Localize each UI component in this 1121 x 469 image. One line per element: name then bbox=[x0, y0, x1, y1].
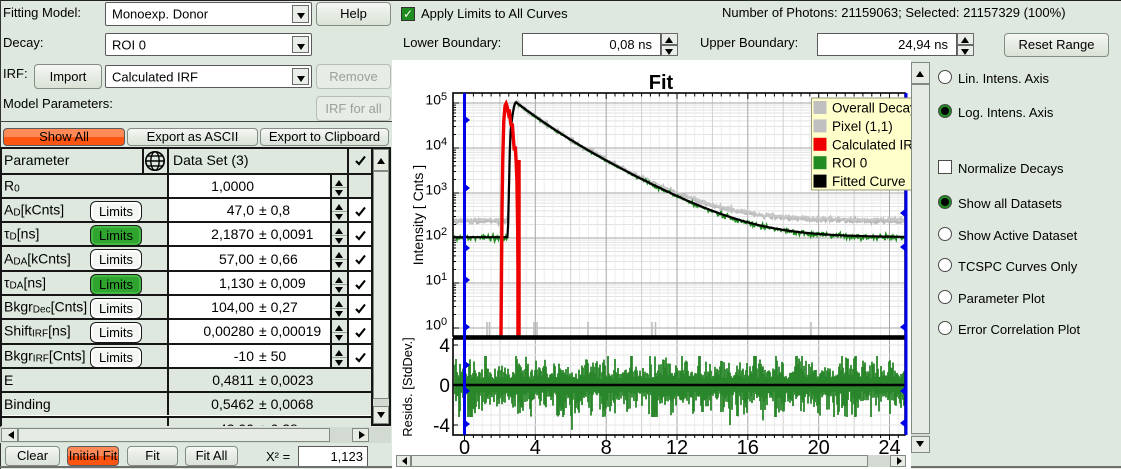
svg-text:Calculated IRF: Calculated IRF bbox=[832, 137, 911, 152]
svg-text:2: 2 bbox=[441, 226, 447, 238]
svg-text:Intensity [ Cnts ]: Intensity [ Cnts ] bbox=[410, 165, 426, 265]
svg-text:10: 10 bbox=[425, 227, 441, 243]
svg-text:10: 10 bbox=[425, 137, 441, 153]
svg-text:0: 0 bbox=[439, 376, 450, 397]
svg-text:4: 4 bbox=[441, 136, 447, 148]
svg-text:-4: -4 bbox=[433, 416, 450, 437]
svg-text:10: 10 bbox=[425, 182, 441, 198]
svg-text:Resids. [StdDev.]: Resids. [StdDev.] bbox=[400, 337, 415, 436]
svg-text:Overall Decay: Overall Decay bbox=[832, 101, 911, 116]
svg-text:4: 4 bbox=[439, 336, 450, 357]
svg-text:5: 5 bbox=[441, 91, 447, 103]
svg-text:ROI 0: ROI 0 bbox=[832, 156, 867, 171]
svg-text:Fitted Curve: Fitted Curve bbox=[832, 174, 906, 189]
svg-text:1: 1 bbox=[441, 271, 447, 283]
svg-text:10: 10 bbox=[425, 317, 441, 333]
svg-text:10: 10 bbox=[425, 92, 441, 108]
svg-text:Pixel (1,1): Pixel (1,1) bbox=[832, 119, 893, 134]
svg-text:0: 0 bbox=[441, 316, 447, 328]
svg-text:3: 3 bbox=[441, 181, 447, 193]
svg-text:10: 10 bbox=[425, 272, 441, 288]
svg-text:Fit: Fit bbox=[649, 72, 674, 94]
